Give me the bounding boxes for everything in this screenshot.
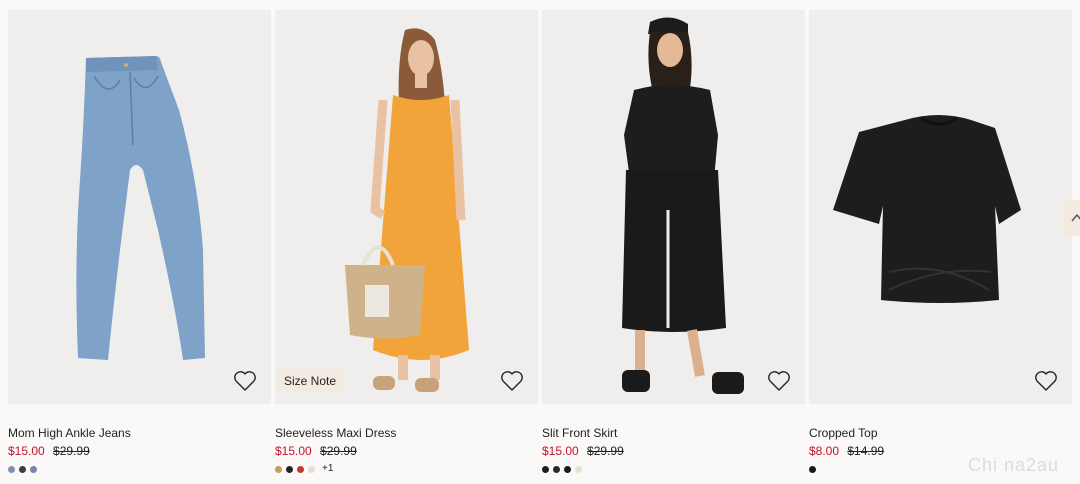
product-card[interactable]: Cropped Top $8.00 $14.99 <box>809 10 1072 474</box>
color-swatch[interactable] <box>30 465 37 473</box>
color-swatch[interactable] <box>809 465 816 473</box>
product-image[interactable] <box>809 10 1072 404</box>
product-name[interactable]: Cropped Top <box>809 426 1072 441</box>
sale-price: $15.00 <box>275 444 312 458</box>
original-price: $29.99 <box>320 444 357 458</box>
size-note-badge[interactable]: Size Note <box>277 370 344 392</box>
product-price: $15.00 $29.99 <box>275 444 538 459</box>
more-colors-count[interactable]: +1 <box>322 464 333 474</box>
color-swatch[interactable] <box>8 465 15 473</box>
scroll-up-button[interactable] <box>1062 200 1080 236</box>
color-swatches <box>8 464 271 474</box>
original-price: $29.99 <box>53 444 90 458</box>
favorite-heart-icon[interactable] <box>1034 370 1058 392</box>
color-swatch[interactable] <box>575 465 582 473</box>
color-swatch[interactable] <box>308 465 315 473</box>
product-card[interactable]: Size Note Sleeveless Maxi Dress $15.00 $… <box>275 10 538 474</box>
top-image <box>833 115 1021 303</box>
product-card[interactable]: Mom High Ankle Jeans $15.00 $29.99 <box>8 10 271 474</box>
favorite-heart-icon[interactable] <box>233 370 257 392</box>
product-name[interactable]: Slit Front Skirt <box>542 426 805 441</box>
product-name[interactable]: Mom High Ankle Jeans <box>8 426 271 441</box>
jeans-image <box>76 56 206 360</box>
product-image[interactable] <box>542 10 805 404</box>
color-swatches <box>542 464 805 474</box>
chevron-up-icon <box>1071 213 1080 222</box>
sale-price: $15.00 <box>542 444 579 458</box>
original-price: $29.99 <box>587 444 624 458</box>
color-swatch[interactable] <box>564 465 571 473</box>
color-swatch[interactable] <box>297 465 304 473</box>
product-image[interactable]: Size Note <box>275 10 538 404</box>
watermark: Chi na2au <box>968 455 1060 475</box>
product-grid: Mom High Ankle Jeans $15.00 $29.99 Size … <box>8 10 1072 474</box>
dress-image <box>345 28 469 392</box>
product-price: $15.00 $29.99 <box>542 444 805 459</box>
sale-price: $8.00 <box>809 444 840 458</box>
product-name[interactable]: Sleeveless Maxi Dress <box>275 426 538 441</box>
color-swatch[interactable] <box>542 465 549 473</box>
color-swatch[interactable] <box>19 465 26 473</box>
original-price: $14.99 <box>847 444 885 458</box>
product-price: $15.00 $29.99 <box>8 444 271 459</box>
product-image[interactable] <box>8 10 271 404</box>
skirt-image <box>622 17 744 394</box>
favorite-heart-icon[interactable] <box>500 370 524 392</box>
color-swatch[interactable] <box>275 465 282 473</box>
color-swatch[interactable] <box>553 465 560 473</box>
color-swatch[interactable] <box>286 465 293 473</box>
color-swatches: +1 <box>275 464 538 474</box>
favorite-heart-icon[interactable] <box>767 370 791 392</box>
product-card[interactable]: Slit Front Skirt $15.00 $29.99 <box>542 10 805 474</box>
sale-price: $15.00 <box>8 444 45 458</box>
